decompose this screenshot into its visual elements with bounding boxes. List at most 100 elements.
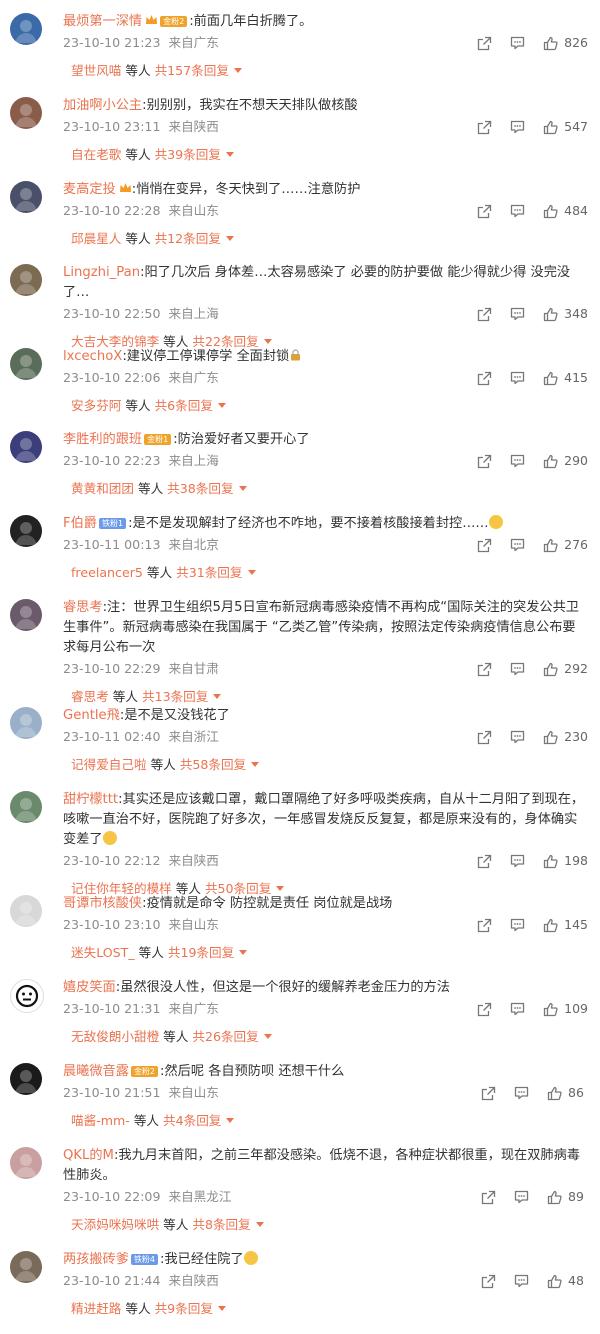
username[interactable]: 最烦第一深情: [63, 14, 142, 29]
share-button[interactable]: [477, 307, 492, 322]
username[interactable]: 哥谭市核酸侠: [63, 896, 142, 911]
replies-link[interactable]: 自在老歌 等人 共39条回复: [63, 143, 588, 167]
username[interactable]: 两孩搬砖爹: [63, 1252, 129, 1267]
comment-button[interactable]: [510, 454, 525, 468]
share-button[interactable]: [477, 662, 492, 677]
reply-count[interactable]: 共9条回复: [155, 1301, 213, 1316]
comment-button[interactable]: [510, 1002, 525, 1016]
avatar[interactable]: [10, 1063, 42, 1095]
reply-username[interactable]: 自在老歌: [71, 147, 121, 162]
avatar[interactable]: [10, 599, 42, 631]
username[interactable]: lxcechoX: [63, 349, 122, 364]
like-button[interactable]: 109: [543, 998, 588, 1020]
like-button[interactable]: 276: [543, 534, 588, 556]
username[interactable]: Gentle飛: [63, 708, 120, 723]
share-button[interactable]: [481, 1274, 496, 1289]
like-button[interactable]: 415: [543, 367, 588, 389]
replies-link[interactable]: 黄黄和团团 等人 共38条回复: [63, 477, 588, 501]
avatar[interactable]: [10, 181, 42, 213]
reply-username[interactable]: 精进赶路: [71, 1301, 121, 1316]
replies-link[interactable]: 望世风喵 等人 共157条回复: [63, 59, 588, 83]
reply-count[interactable]: 共12条回复: [155, 231, 221, 246]
share-button[interactable]: [481, 1086, 496, 1101]
like-button[interactable]: 48: [547, 1270, 588, 1292]
avatar[interactable]: [10, 707, 42, 739]
share-button[interactable]: [477, 204, 492, 219]
replies-link[interactable]: 喵酱-mm- 等人 共4条回复: [63, 1109, 588, 1133]
avatar[interactable]: [10, 895, 42, 927]
reply-count[interactable]: 共31条回复: [176, 565, 242, 580]
like-button[interactable]: 230: [543, 726, 588, 748]
avatar[interactable]: [10, 979, 44, 1013]
reply-username[interactable]: 喵酱-mm-: [71, 1113, 130, 1128]
like-button[interactable]: 484: [543, 200, 588, 222]
like-button[interactable]: 145: [543, 914, 588, 936]
avatar[interactable]: [10, 1251, 42, 1283]
replies-link[interactable]: 无敌俊朗小甜橙 等人 共26条回复: [63, 1025, 588, 1049]
comment-button[interactable]: [510, 854, 525, 868]
username[interactable]: 麦高定投: [63, 182, 116, 197]
comment-button[interactable]: [510, 307, 525, 321]
comment-button[interactable]: [510, 371, 525, 385]
share-button[interactable]: [477, 371, 492, 386]
comment-button[interactable]: [510, 36, 525, 50]
reply-count[interactable]: 共38条回复: [167, 481, 233, 496]
avatar[interactable]: [10, 348, 42, 380]
share-button[interactable]: [477, 1002, 492, 1017]
replies-link[interactable]: 记得爱自己啦 等人 共58条回复: [63, 753, 588, 777]
reply-username[interactable]: 黄黄和团团: [71, 481, 134, 496]
username[interactable]: 睿思考: [63, 600, 103, 615]
username[interactable]: Lingzhi_Pan: [63, 265, 140, 280]
reply-count[interactable]: 共39条回复: [155, 147, 221, 162]
reply-username[interactable]: 安多芬阿: [71, 398, 121, 413]
share-button[interactable]: [477, 730, 492, 745]
username[interactable]: 嬉皮笑面: [63, 980, 116, 995]
replies-link[interactable]: 迷失LOST_ 等人 共19条回复: [63, 941, 588, 965]
like-button[interactable]: 198: [543, 850, 588, 872]
reply-count[interactable]: 共58条回复: [180, 757, 246, 772]
reply-count[interactable]: 共8条回复: [192, 1217, 250, 1232]
avatar[interactable]: [10, 264, 42, 296]
reply-username[interactable]: 望世风喵: [71, 63, 121, 78]
share-button[interactable]: [477, 36, 492, 51]
replies-link[interactable]: 精进赶路 等人 共9条回复: [63, 1297, 588, 1321]
comment-button[interactable]: [510, 204, 525, 218]
share-button[interactable]: [481, 1190, 496, 1205]
username[interactable]: 加油啊小公主: [63, 98, 142, 113]
like-button[interactable]: 86: [547, 1082, 588, 1104]
reply-username[interactable]: 记得爱自己啦: [71, 757, 147, 772]
avatar[interactable]: [10, 431, 42, 463]
avatar[interactable]: [10, 97, 42, 129]
comment-button[interactable]: [510, 918, 525, 932]
reply-count[interactable]: 共26条回复: [192, 1029, 258, 1044]
reply-count[interactable]: 共6条回复: [155, 398, 213, 413]
comment-button[interactable]: [510, 662, 525, 676]
username[interactable]: 李胜利的跟班: [63, 432, 142, 447]
comment-button[interactable]: [510, 730, 525, 744]
reply-count[interactable]: 共19条回复: [168, 945, 234, 960]
like-button[interactable]: 290: [543, 450, 588, 472]
share-button[interactable]: [477, 454, 492, 469]
username[interactable]: QKL的M: [63, 1148, 114, 1163]
like-button[interactable]: 826: [543, 32, 588, 54]
reply-username[interactable]: 无敌俊朗小甜橙: [71, 1029, 159, 1044]
reply-username[interactable]: 迷失LOST_: [71, 945, 135, 960]
comment-button[interactable]: [510, 538, 525, 552]
comment-button[interactable]: [510, 120, 525, 134]
avatar[interactable]: [10, 13, 42, 45]
replies-link[interactable]: 邱晨星人 等人 共12条回复: [63, 227, 588, 251]
avatar[interactable]: [10, 791, 42, 823]
like-button[interactable]: 547: [543, 116, 588, 138]
like-button[interactable]: 348: [543, 303, 588, 325]
username[interactable]: 甜柠檬ttt: [63, 792, 118, 807]
username[interactable]: F伯爵: [63, 516, 97, 531]
comment-button[interactable]: [514, 1086, 529, 1100]
like-button[interactable]: 89: [547, 1186, 588, 1208]
reply-username[interactable]: freelancer5: [71, 565, 143, 580]
reply-count[interactable]: 共157条回复: [155, 63, 229, 78]
reply-username[interactable]: 天添妈咪妈咪哄: [71, 1217, 159, 1232]
share-button[interactable]: [477, 120, 492, 135]
replies-link[interactable]: freelancer5 等人 共31条回复: [63, 561, 588, 585]
avatar[interactable]: [10, 515, 42, 547]
avatar[interactable]: [10, 1147, 42, 1179]
